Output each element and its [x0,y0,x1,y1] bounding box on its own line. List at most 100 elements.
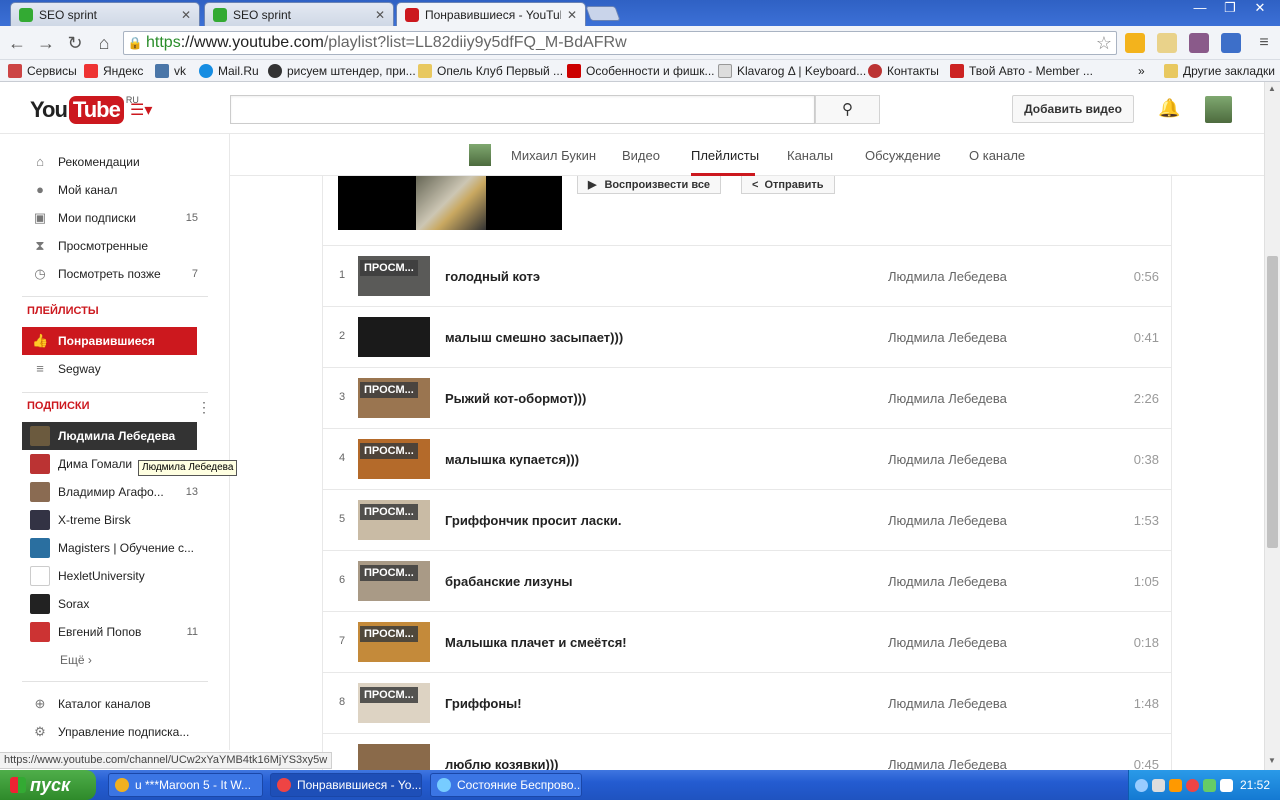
video-owner-link[interactable]: Людмила Лебедева [888,269,1007,284]
sidebar-sub-item[interactable]: HexletUniversity [22,562,208,590]
channel-owner-link[interactable]: Михаил Букин [511,148,596,163]
forward-icon[interactable]: → [34,32,58,54]
sidebar-sub-item[interactable]: Magisters | Обучение с... [22,534,208,562]
video-owner-link[interactable]: Людмила Лебедева [888,330,1007,345]
taskbar-item-wireless[interactable]: Состояние Беспрово... [430,773,582,797]
sidebar-item-history[interactable]: ⧗ Просмотренные [22,232,208,260]
account-avatar[interactable] [1205,96,1232,123]
youtube-logo[interactable]: You Tube RU [30,95,139,125]
bookmark-opel[interactable]: Опель Клуб Первый ... [418,63,563,79]
start-button[interactable]: пуск [0,770,96,800]
video-thumbnail[interactable] [358,317,430,357]
sidebar-item-liked[interactable]: 👍 Понравившиеся [22,327,197,355]
sidebar-item-my-channel[interactable]: ● Мой канал [22,176,208,204]
video-owner-link[interactable]: Людмила Лебедева [888,696,1007,711]
bookmarks-overflow-button[interactable]: » [1138,63,1145,79]
tab-seo-sprint-2[interactable]: SEO sprint ✕ [204,2,394,26]
tab-playlists[interactable]: Плейлисты [691,148,759,163]
extension-camera-icon[interactable] [1189,33,1209,53]
subscriptions-heading[interactable]: ПОДПИСКИ [27,400,90,412]
video-thumbnail[interactable]: ПРОСМ... [358,256,430,296]
sidebar-sub-item[interactable]: Евгений Попов 11 [22,618,208,646]
scroll-down-icon[interactable]: ▼ [1268,756,1276,765]
tab-about[interactable]: О канале [969,148,1025,163]
tab-channels[interactable]: Каналы [787,148,833,163]
minimize-icon[interactable]: — [1186,0,1214,18]
tab-videos[interactable]: Видео [622,148,660,163]
bookmark-vk[interactable]: vk [155,63,186,79]
playlist-row[interactable]: 2 малыш смешно засыпает))) Людмила Лебедев… [323,307,1171,368]
sidebar-sub-item[interactable]: Sorax [22,590,208,618]
close-window-icon[interactable]: ✕ [1246,0,1274,18]
tray-app-icon[interactable] [1169,778,1182,792]
subscriptions-options-icon[interactable]: ⋮ [197,400,211,414]
playlist-row[interactable]: 8 ПРОСМ... Гриффоны! Людмила Лебедева 1:48 [323,673,1171,734]
notifications-bell-icon[interactable]: 🔔 [1158,98,1180,119]
video-title-link[interactable]: люблю козявки))) [445,757,559,770]
scrollbar-thumb[interactable] [1267,256,1278,548]
video-title-link[interactable]: Гриффоны! [445,696,522,711]
taskbar-item-chrome[interactable]: Понравившиеся - Yo... [270,773,422,797]
tray-clock[interactable]: 21:52 [1240,778,1270,792]
share-button[interactable]: < Отправить [741,176,835,194]
video-title-link[interactable]: малышка купается))) [445,452,579,467]
video-thumbnail[interactable]: ПРОСМ... [358,439,430,479]
video-title-link[interactable]: голодный котэ [445,269,540,284]
playlist-row[interactable]: 7 ПРОСМ... Малышка плачет и смеётся! Людмил… [323,612,1171,673]
video-thumbnail[interactable] [358,744,430,770]
tray-notify-icon[interactable] [1152,778,1165,792]
playlist-row[interactable]: 3 ПРОСМ... Рыжий кот-обормот))) Людмила Леб… [323,368,1171,429]
reload-icon[interactable]: ↻ [63,32,87,54]
sidebar-item-subscriptions[interactable]: ▣ Мои подписки 15 [22,204,208,232]
bookmark-tvoy-avto[interactable]: Твой Авто - Member ... [950,63,1093,79]
video-owner-link[interactable]: Людмила Лебедева [888,452,1007,467]
video-thumbnail[interactable]: ПРОСМ... [358,622,430,662]
close-icon[interactable]: ✕ [375,8,385,22]
video-thumbnail[interactable]: ПРОСМ... [358,378,430,418]
video-thumbnail[interactable]: ПРОСМ... [358,500,430,540]
bookmark-star-icon[interactable]: ☆ [1096,33,1112,54]
tray-chrome-icon[interactable] [1186,778,1199,792]
restore-icon[interactable]: ❐ [1216,0,1244,18]
sidebar-sub-item[interactable]: Людмила Лебедева [22,422,197,450]
extension-download-icon[interactable] [1221,33,1241,53]
page-scrollbar[interactable]: ▲ ▼ [1264,82,1280,770]
extension-star-icon[interactable] [1125,33,1145,53]
new-tab-button[interactable] [585,6,621,21]
menu-icon[interactable]: ≡ [1252,32,1276,54]
back-icon[interactable]: ← [5,32,29,54]
video-title-link[interactable]: малыш смешно засыпает))) [445,330,623,345]
taskbar-item-player[interactable]: u ***Maroon 5 - It W... [108,773,263,797]
scroll-up-icon[interactable]: ▲ [1268,84,1276,93]
sidebar-item-manage-subscriptions[interactable]: ⚙ Управление подписка... [22,718,208,746]
close-icon[interactable]: ✕ [567,8,577,22]
home-icon[interactable]: ⌂ [92,32,116,54]
bookmark-yandex[interactable]: Яндекс [84,63,143,79]
tab-youtube-liked[interactable]: Понравившиеся - YouTube ✕ [396,2,586,26]
playlist-row[interactable]: 5 ПРОСМ... Гриффончик просит ласки. Людмила… [323,490,1171,551]
play-all-button[interactable]: ▶ Воспроизвести все [577,176,722,194]
tray-network-icon[interactable] [1203,778,1216,792]
video-owner-link[interactable]: Людмила Лебедева [888,757,1007,770]
video-title-link[interactable]: Гриффончик просит ласки. [445,513,621,528]
sidebar-item-watch-later[interactable]: ◷ Посмотреть позже 7 [22,260,208,288]
playlist-row[interactable]: 1 ПРОСМ... голодный котэ Людмила Лебедева 0:… [323,246,1171,307]
video-thumbnail[interactable]: ПРОСМ... [358,561,430,601]
sidebar-sub-item[interactable]: X-treme Birsk [22,506,208,534]
bookmark-features[interactable]: Особенности и фишк... [567,63,715,79]
video-title-link[interactable]: брабанские лизуны [445,574,572,589]
video-thumbnail[interactable]: ПРОСМ... [358,683,430,723]
add-video-button[interactable]: Добавить видео [1012,95,1134,123]
bookmark-contacts[interactable]: Контакты [868,63,939,79]
search-button[interactable]: ⚲ [815,95,880,124]
tab-discussion[interactable]: Обсуждение [865,148,941,163]
extension-key-icon[interactable] [1157,33,1177,53]
bookmark-other[interactable]: Другие закладки [1164,63,1275,79]
sidebar-more-link[interactable]: Ещё › [60,653,92,667]
channel-owner-avatar[interactable] [469,144,491,166]
video-title-link[interactable]: Малышка плачет и смеётся! [445,635,627,650]
sidebar-item-recommended[interactable]: ⌂ Рекомендации [22,148,208,176]
tab-seo-sprint-1[interactable]: SEO sprint ✕ [10,2,200,26]
bookmark-mailru[interactable]: Mail.Ru [199,63,259,79]
video-title-link[interactable]: Рыжий кот-обормот))) [445,391,586,406]
